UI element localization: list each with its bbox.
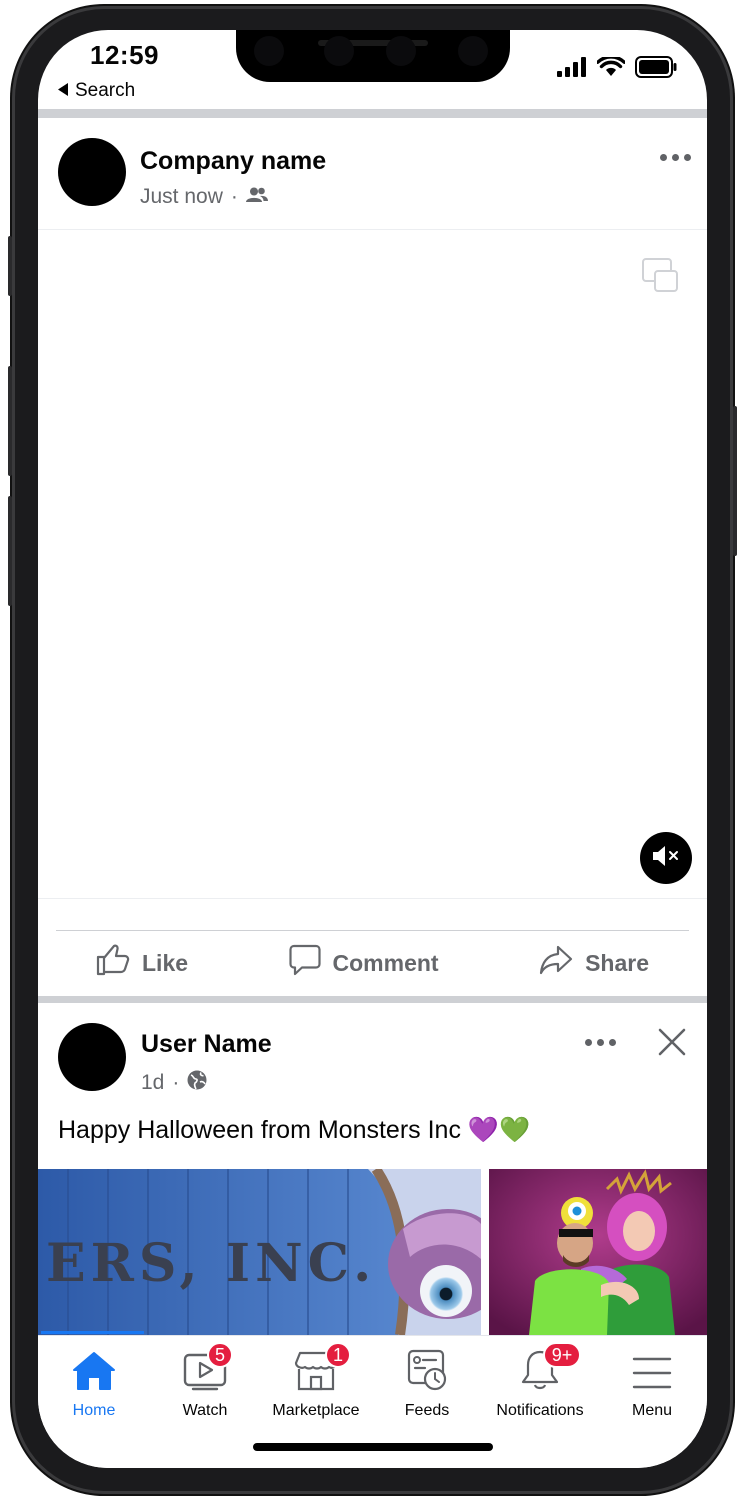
comment-button[interactable]: Comment <box>249 944 479 982</box>
post-body: Happy Halloween from Monsters Inc 💜💚 <box>58 1116 530 1145</box>
tab-home-label: Home <box>72 1402 116 1419</box>
globe-icon <box>187 1070 207 1096</box>
picture-in-picture-icon[interactable] <box>642 258 678 297</box>
post-options-button[interactable] <box>585 1039 616 1046</box>
tab-menu-label: Menu <box>631 1402 673 1419</box>
monsters-inc-sign-text: ERS, INC. <box>46 1233 376 1294</box>
feed-divider <box>38 996 707 1003</box>
feeds-icon <box>405 1349 449 1396</box>
like-button[interactable]: Like <box>56 944 228 982</box>
post-video[interactable] <box>38 229 707 899</box>
post-photo-costume-couple[interactable] <box>489 1169 707 1335</box>
notch <box>236 30 510 82</box>
dot-separator: · <box>230 185 238 208</box>
tab-feeds-label: Feeds <box>404 1402 450 1419</box>
tab-home[interactable]: Home <box>38 1336 150 1420</box>
status-time: 12:59 <box>90 40 159 70</box>
marketplace-badge: 1 <box>325 1342 351 1368</box>
tab-notifications[interactable]: 9+ Notifications <box>483 1336 597 1420</box>
close-icon[interactable] <box>658 1028 686 1061</box>
dot-separator: · <box>172 1071 180 1094</box>
post-author-name[interactable]: User Name <box>141 1030 272 1059</box>
post-meta: Just now · <box>140 185 268 209</box>
tab-notifications-label: Notifications <box>496 1402 584 1419</box>
home-icon <box>72 1351 116 1396</box>
comment-bubble-icon <box>288 944 321 982</box>
comment-label: Comment <box>332 949 439 976</box>
home-indicator[interactable] <box>253 1443 493 1451</box>
notifications-badge: 9+ <box>543 1342 581 1368</box>
share-arrow-icon <box>539 945 573 981</box>
post-timestamp: Just now <box>140 185 223 208</box>
post-text: Happy Halloween from Monsters Inc <box>58 1116 461 1144</box>
status-icons <box>557 55 677 83</box>
speaker-muted-icon <box>651 844 681 873</box>
post-timestamp: 1d <box>141 1071 165 1094</box>
back-triangle-icon <box>58 80 69 102</box>
tab-marketplace-label: Marketplace <box>272 1402 360 1419</box>
wifi-icon <box>596 55 626 82</box>
thumbs-up-icon <box>96 944 130 982</box>
post-photo-monsters-inc-sign[interactable]: ERS, INC. <box>38 1169 481 1335</box>
watch-badge: 5 <box>207 1342 233 1368</box>
friends-icon <box>245 185 268 209</box>
signal-icon <box>557 57 587 82</box>
feed-divider <box>38 109 707 118</box>
tab-menu[interactable]: Menu <box>596 1336 707 1420</box>
mute-toggle-button[interactable] <box>640 832 692 884</box>
user-avatar[interactable] <box>58 1023 126 1091</box>
like-label: Like <box>142 949 189 976</box>
menu-icon <box>632 1355 672 1396</box>
share-label: Share <box>585 949 649 976</box>
post-meta: 1d · <box>141 1070 207 1096</box>
battery-icon <box>635 56 677 83</box>
post-author-name[interactable]: Company name <box>140 147 326 176</box>
back-app-label: Search <box>75 80 136 101</box>
heart-emojis: 💜💚 <box>467 1116 531 1144</box>
active-tab-indicator <box>41 1331 144 1334</box>
tab-watch-label: Watch <box>182 1402 228 1419</box>
screen: 12:59 Search Company name Just now · Lik… <box>38 30 707 1468</box>
post-options-button[interactable] <box>660 154 691 161</box>
tab-marketplace[interactable]: 1 Marketplace <box>260 1336 372 1420</box>
tab-watch[interactable]: 5 Watch <box>149 1336 261 1420</box>
tab-feeds[interactable]: Feeds <box>371 1336 483 1420</box>
post-actions: Like Comment Share <box>56 930 689 995</box>
share-button[interactable]: Share <box>499 945 689 981</box>
company-avatar[interactable] <box>58 138 126 206</box>
back-to-app-button[interactable]: Search <box>58 80 135 102</box>
